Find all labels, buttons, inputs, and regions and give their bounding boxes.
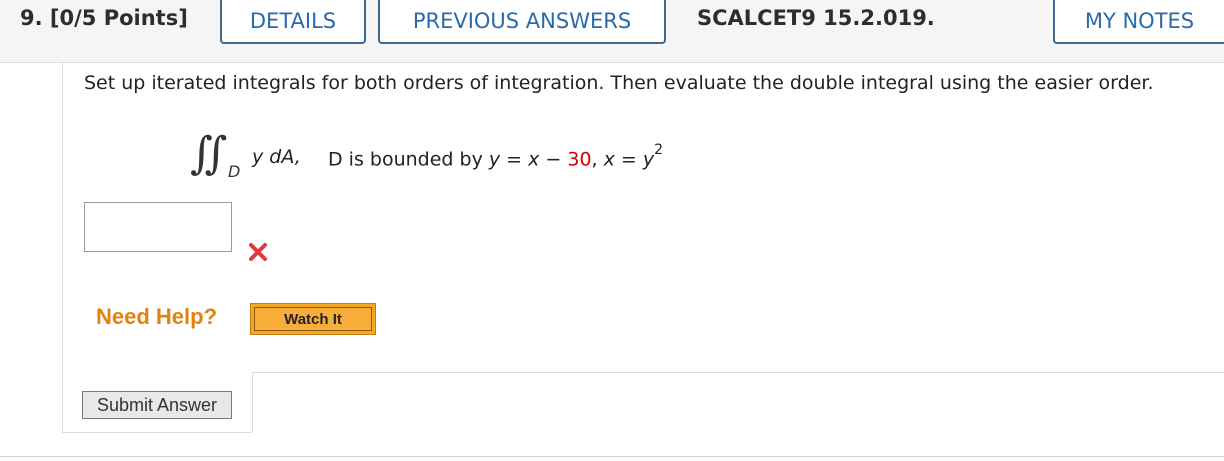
watch-it-button[interactable]: Watch It: [250, 303, 376, 335]
bounds-constant: 30: [567, 148, 592, 171]
submit-answer-button[interactable]: Submit Answer: [82, 391, 232, 419]
integrand-differential: dA,: [263, 146, 301, 168]
tab-my-notes[interactable]: MY NOTES: [1053, 0, 1224, 44]
question-panel-ledge-border: [252, 372, 1224, 373]
bounds-equals-1: =: [500, 148, 529, 171]
integrand: y dA,: [252, 146, 301, 168]
assignment-id: SCALCET9 15.2.019.: [697, 6, 935, 30]
watch-it-label: Watch It: [254, 307, 372, 331]
integrand-variable: y: [252, 146, 264, 168]
tab-previous-answers[interactable]: PREVIOUS ANSWERS: [378, 0, 666, 44]
bounds-var-y: y: [488, 148, 501, 171]
integral-region-subscript: D: [228, 162, 241, 181]
question-points-label: 9. [0/5 Points]: [20, 6, 188, 30]
red-x-icon: [249, 243, 267, 261]
bounds-prefix: D is bounded by: [328, 148, 489, 171]
question-panel-bottom-border: [62, 432, 252, 433]
problem-prompt: Set up iterated integrals for both order…: [84, 72, 1154, 94]
need-help-label: Need Help?: [96, 304, 218, 329]
region-bounds: D is bounded by y = x − 30, x = y2: [328, 142, 663, 171]
tab-details[interactable]: DETAILS: [220, 0, 366, 44]
bounds-minus: −: [539, 148, 568, 171]
double-integral-sign: ∬: [190, 128, 228, 179]
bounds-var-x-2: x: [603, 148, 615, 171]
bounds-separator: ,: [591, 148, 604, 171]
bounds-var-y-2: y: [642, 148, 655, 171]
bounds-var-x: x: [528, 148, 540, 171]
question-header-bar: 9. [0/5 Points] DETAILS PREVIOUS ANSWERS…: [0, 0, 1224, 63]
question-panel-left-border: [62, 62, 63, 432]
bottom-divider: [0, 456, 1224, 457]
bounds-equals-2: =: [614, 148, 643, 171]
answer-input[interactable]: [84, 202, 232, 252]
question-panel-step-border: [252, 372, 253, 432]
bounds-exponent: 2: [654, 142, 664, 158]
